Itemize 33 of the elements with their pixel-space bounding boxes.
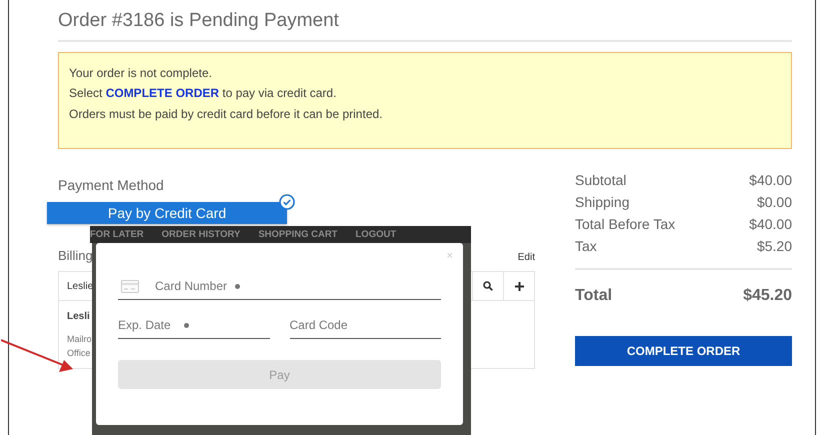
notice-text: Your order is not complete. <box>69 64 213 82</box>
search-icon <box>483 281 493 292</box>
summary-label: Shipping <box>575 192 630 212</box>
summary-value: $5.20 <box>756 236 792 256</box>
summary-label: Tax <box>575 236 597 256</box>
check-icon <box>279 194 295 210</box>
summary-value: $40.00 <box>749 170 792 190</box>
summary-label: Total Before Tax <box>575 214 676 234</box>
summary-value: $40.00 <box>749 214 792 234</box>
page-title: Order #3186 is Pending Payment <box>58 0 792 42</box>
summary-value: $0.00 <box>756 192 792 212</box>
nav-link[interactable]: LOGOUT <box>356 228 396 243</box>
total-label: Total <box>575 286 612 306</box>
input-field[interactable]: Card Code <box>290 316 350 334</box>
nav-link[interactable]: ORDER HISTORY <box>162 228 240 243</box>
total-value: $45.20 <box>743 286 792 306</box>
credit-card-icon <box>121 280 139 292</box>
nav-link[interactable]: FOR LATER <box>90 228 144 243</box>
address-line: Mailro <box>67 333 93 346</box>
plus-icon <box>514 282 524 291</box>
nav-link[interactable]: SHOPPING CART <box>258 228 338 243</box>
billing-name: Lesli <box>67 310 91 324</box>
section-heading: Billing <box>58 246 93 265</box>
input-field[interactable]: Exp. Date <box>118 316 178 334</box>
summary-label: Subtotal <box>575 170 626 190</box>
edit-link[interactable]: Edit <box>518 250 535 266</box>
address-line: Office <box>67 347 92 360</box>
notice-text: Orders must be paid by credit card before it can be printed. <box>69 106 384 123</box>
section-heading: Payment Method <box>58 176 165 195</box>
complete-order-button[interactable]: COMPLETE ORDER <box>575 336 792 366</box>
payment-option[interactable]: Pay by Credit Card <box>47 202 287 224</box>
notice-text: Select COMPLETE ORDER to pay via credit card. <box>69 85 338 102</box>
input-field[interactable]: Card Number <box>155 277 229 295</box>
